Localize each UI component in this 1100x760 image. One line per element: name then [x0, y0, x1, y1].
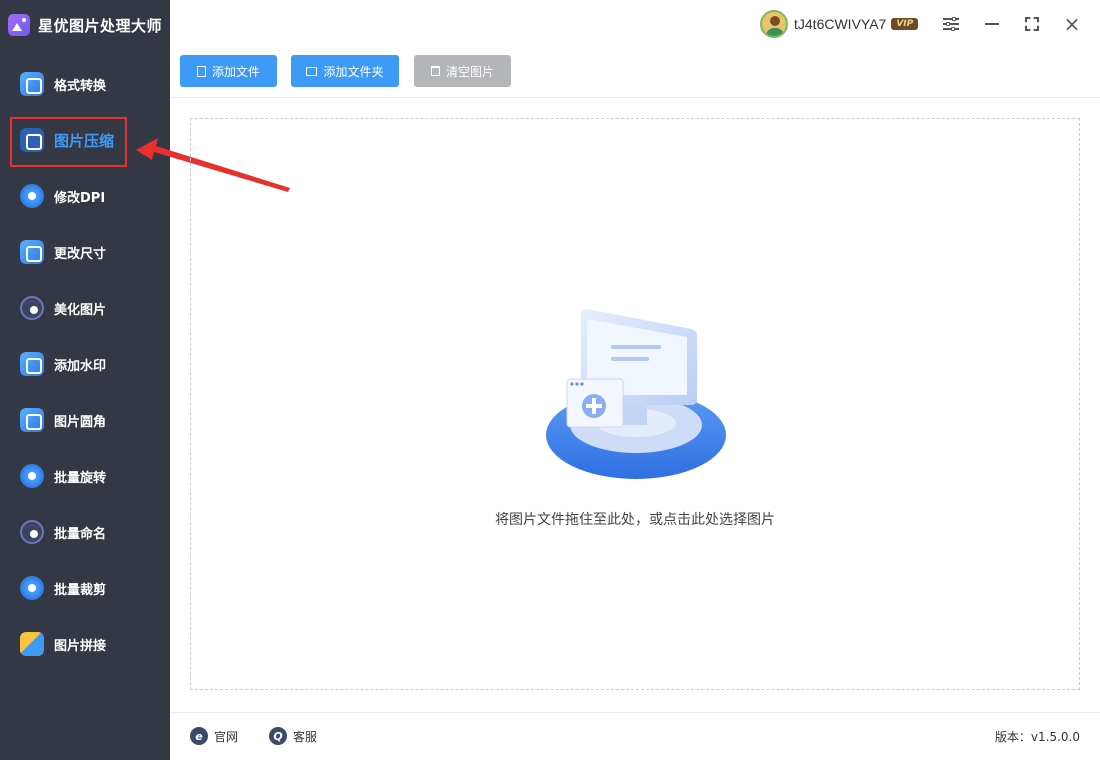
app-logo-icon [8, 14, 30, 36]
add-folder-button[interactable]: 添加文件夹 [291, 55, 399, 87]
close-icon: × [1063, 12, 1081, 36]
sidebar-item-label: 添加水印 [54, 358, 107, 374]
sidebar-item-label: 图片拼接 [54, 638, 107, 654]
highlight-box [10, 117, 127, 167]
support-link[interactable]: Q 客服 [269, 727, 317, 745]
watermark-icon [20, 352, 44, 376]
rename-icon [20, 520, 44, 544]
chat-icon: Q [269, 727, 287, 745]
maximize-button[interactable] [1018, 10, 1046, 38]
add-file-label: 添加文件 [211, 64, 260, 79]
sidebar-item-crop[interactable]: 批量裁剪 [0, 560, 170, 616]
website-link[interactable]: e 官网 [190, 727, 238, 745]
sidebar-item-round-corner[interactable]: 图片圆角 [0, 392, 170, 448]
minimize-button[interactable] [978, 10, 1006, 38]
sidebar-item-label: 格式转换 [54, 78, 107, 94]
add-file-button[interactable]: 添加文件 [180, 55, 277, 87]
close-button[interactable]: × [1058, 10, 1086, 38]
browser-icon: e [190, 727, 208, 745]
title-bar: tJ4t6CWIVYA7 VIP × [170, 0, 1100, 50]
sidebar-item-beautify[interactable]: 美化图片 [0, 280, 170, 336]
sidebar-item-rotate[interactable]: 批量旋转 [0, 448, 170, 504]
trash-icon [430, 66, 440, 76]
username: tJ4t6CWIVYA7 [794, 16, 887, 32]
sidebar-item-label: 图片圆角 [54, 414, 107, 430]
file-icon [196, 65, 206, 77]
toolbar: 添加文件 添加文件夹 清空图片 [170, 50, 1100, 98]
round-corner-icon [20, 408, 44, 432]
user-info[interactable]: tJ4t6CWIVYA7 VIP [760, 10, 919, 38]
app-title: 星优图片处理大师 [38, 16, 163, 35]
rotate-icon [20, 464, 44, 488]
drop-zone-hint: 将图片文件拖住至此处，或点击此处选择图片 [495, 512, 775, 528]
vip-badge: VIP [891, 18, 919, 30]
website-label: 官网 [214, 729, 239, 744]
sidebar-item-label: 批量命名 [54, 526, 107, 542]
folder-icon [306, 66, 318, 76]
support-label: 客服 [293, 729, 318, 744]
version-label: 版本：v1.5.0.0 [994, 730, 1080, 744]
settings-sliders-icon [943, 16, 959, 31]
image-convert-icon [20, 72, 44, 96]
sidebar-item-label: 批量旋转 [54, 470, 107, 486]
sidebar-item-rename[interactable]: 批量命名 [0, 504, 170, 560]
sidebar-item-format-convert[interactable]: 格式转换 [0, 56, 170, 112]
crop-icon [20, 576, 44, 600]
app-header: 星优图片处理大师 [0, 0, 170, 50]
maximize-icon [1025, 17, 1039, 31]
footer: e 官网 Q 客服 版本：v1.5.0.0 [170, 712, 1100, 760]
sidebar-item-label: 修改DPI [54, 190, 106, 206]
monitor-upload-illustration-icon [546, 309, 726, 479]
minimize-icon [985, 23, 999, 25]
avatar[interactable] [760, 10, 788, 38]
sidebar-item-stitch[interactable]: 图片拼接 [0, 616, 170, 672]
stitch-icon [20, 632, 44, 656]
clear-images-button[interactable]: 清空图片 [414, 55, 511, 87]
settings-button[interactable] [937, 10, 965, 38]
sidebar-item-resize[interactable]: 更改尺寸 [0, 224, 170, 280]
sidebar-item-watermark[interactable]: 添加水印 [0, 336, 170, 392]
dpi-icon [20, 184, 44, 208]
beautify-icon [20, 296, 44, 320]
sidebar: 星优图片处理大师 格式转换 图片压缩 修改DPI 更改尺寸 美化图片 添加水印 [0, 0, 170, 760]
add-folder-label: 添加文件夹 [323, 64, 384, 79]
sidebar-item-label: 更改尺寸 [54, 246, 107, 262]
sidebar-item-label: 批量裁剪 [54, 582, 107, 598]
sidebar-item-label: 美化图片 [54, 302, 107, 318]
clear-images-label: 清空图片 [445, 64, 494, 79]
resize-icon [20, 240, 44, 264]
drop-zone[interactable]: 将图片文件拖住至此处，或点击此处选择图片 [190, 118, 1080, 690]
